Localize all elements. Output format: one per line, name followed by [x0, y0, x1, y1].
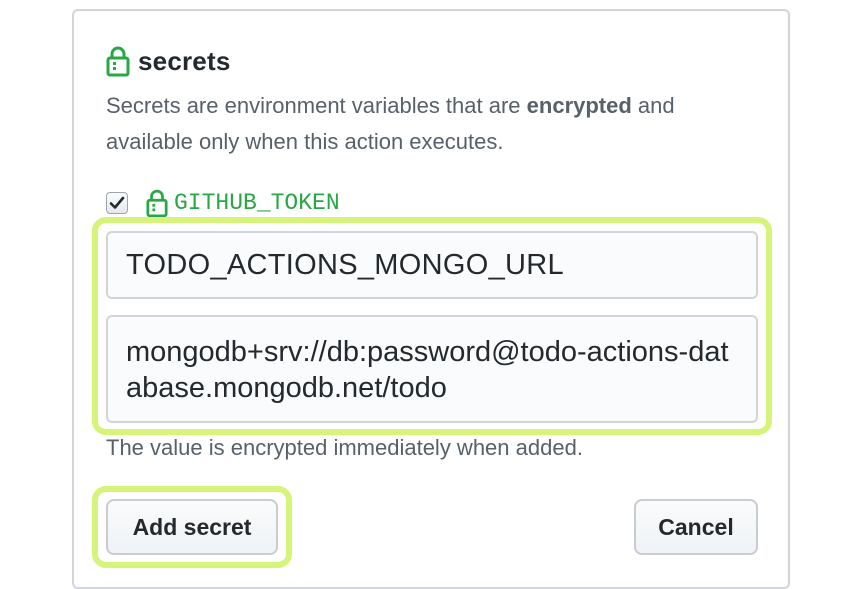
encryption-hint: The value is encrypted immediately when … — [106, 435, 583, 460]
secret-value-text: mongodb+srv://db:password@todo-actions-d… — [126, 336, 729, 404]
github-token-checkbox[interactable] — [106, 192, 128, 214]
section-description: Secrets are environment variables that a… — [106, 88, 746, 160]
cancel-button[interactable]: Cancel — [634, 499, 758, 555]
description-emphasis: encrypted — [526, 93, 632, 118]
description-text: Secrets are environment variables that a… — [106, 93, 527, 118]
add-secret-button[interactable]: Add secret — [106, 499, 278, 555]
section-header: secrets — [106, 44, 230, 78]
secret-name-input[interactable]: TODO_ACTIONS_MONGO_URL — [106, 231, 758, 299]
github-token-label: GITHUB_TOKEN — [174, 190, 340, 216]
resize-grip-icon[interactable] — [742, 407, 752, 417]
secret-name-value: TODO_ACTIONS_MONGO_URL — [126, 248, 564, 281]
github-token-row: GITHUB_TOKEN — [106, 186, 340, 220]
secret-value-textarea[interactable]: mongodb+srv://db:password@todo-actions-d… — [106, 315, 758, 423]
section-title: secrets — [138, 45, 231, 76]
lock-icon — [106, 45, 130, 77]
lock-icon — [146, 188, 168, 218]
